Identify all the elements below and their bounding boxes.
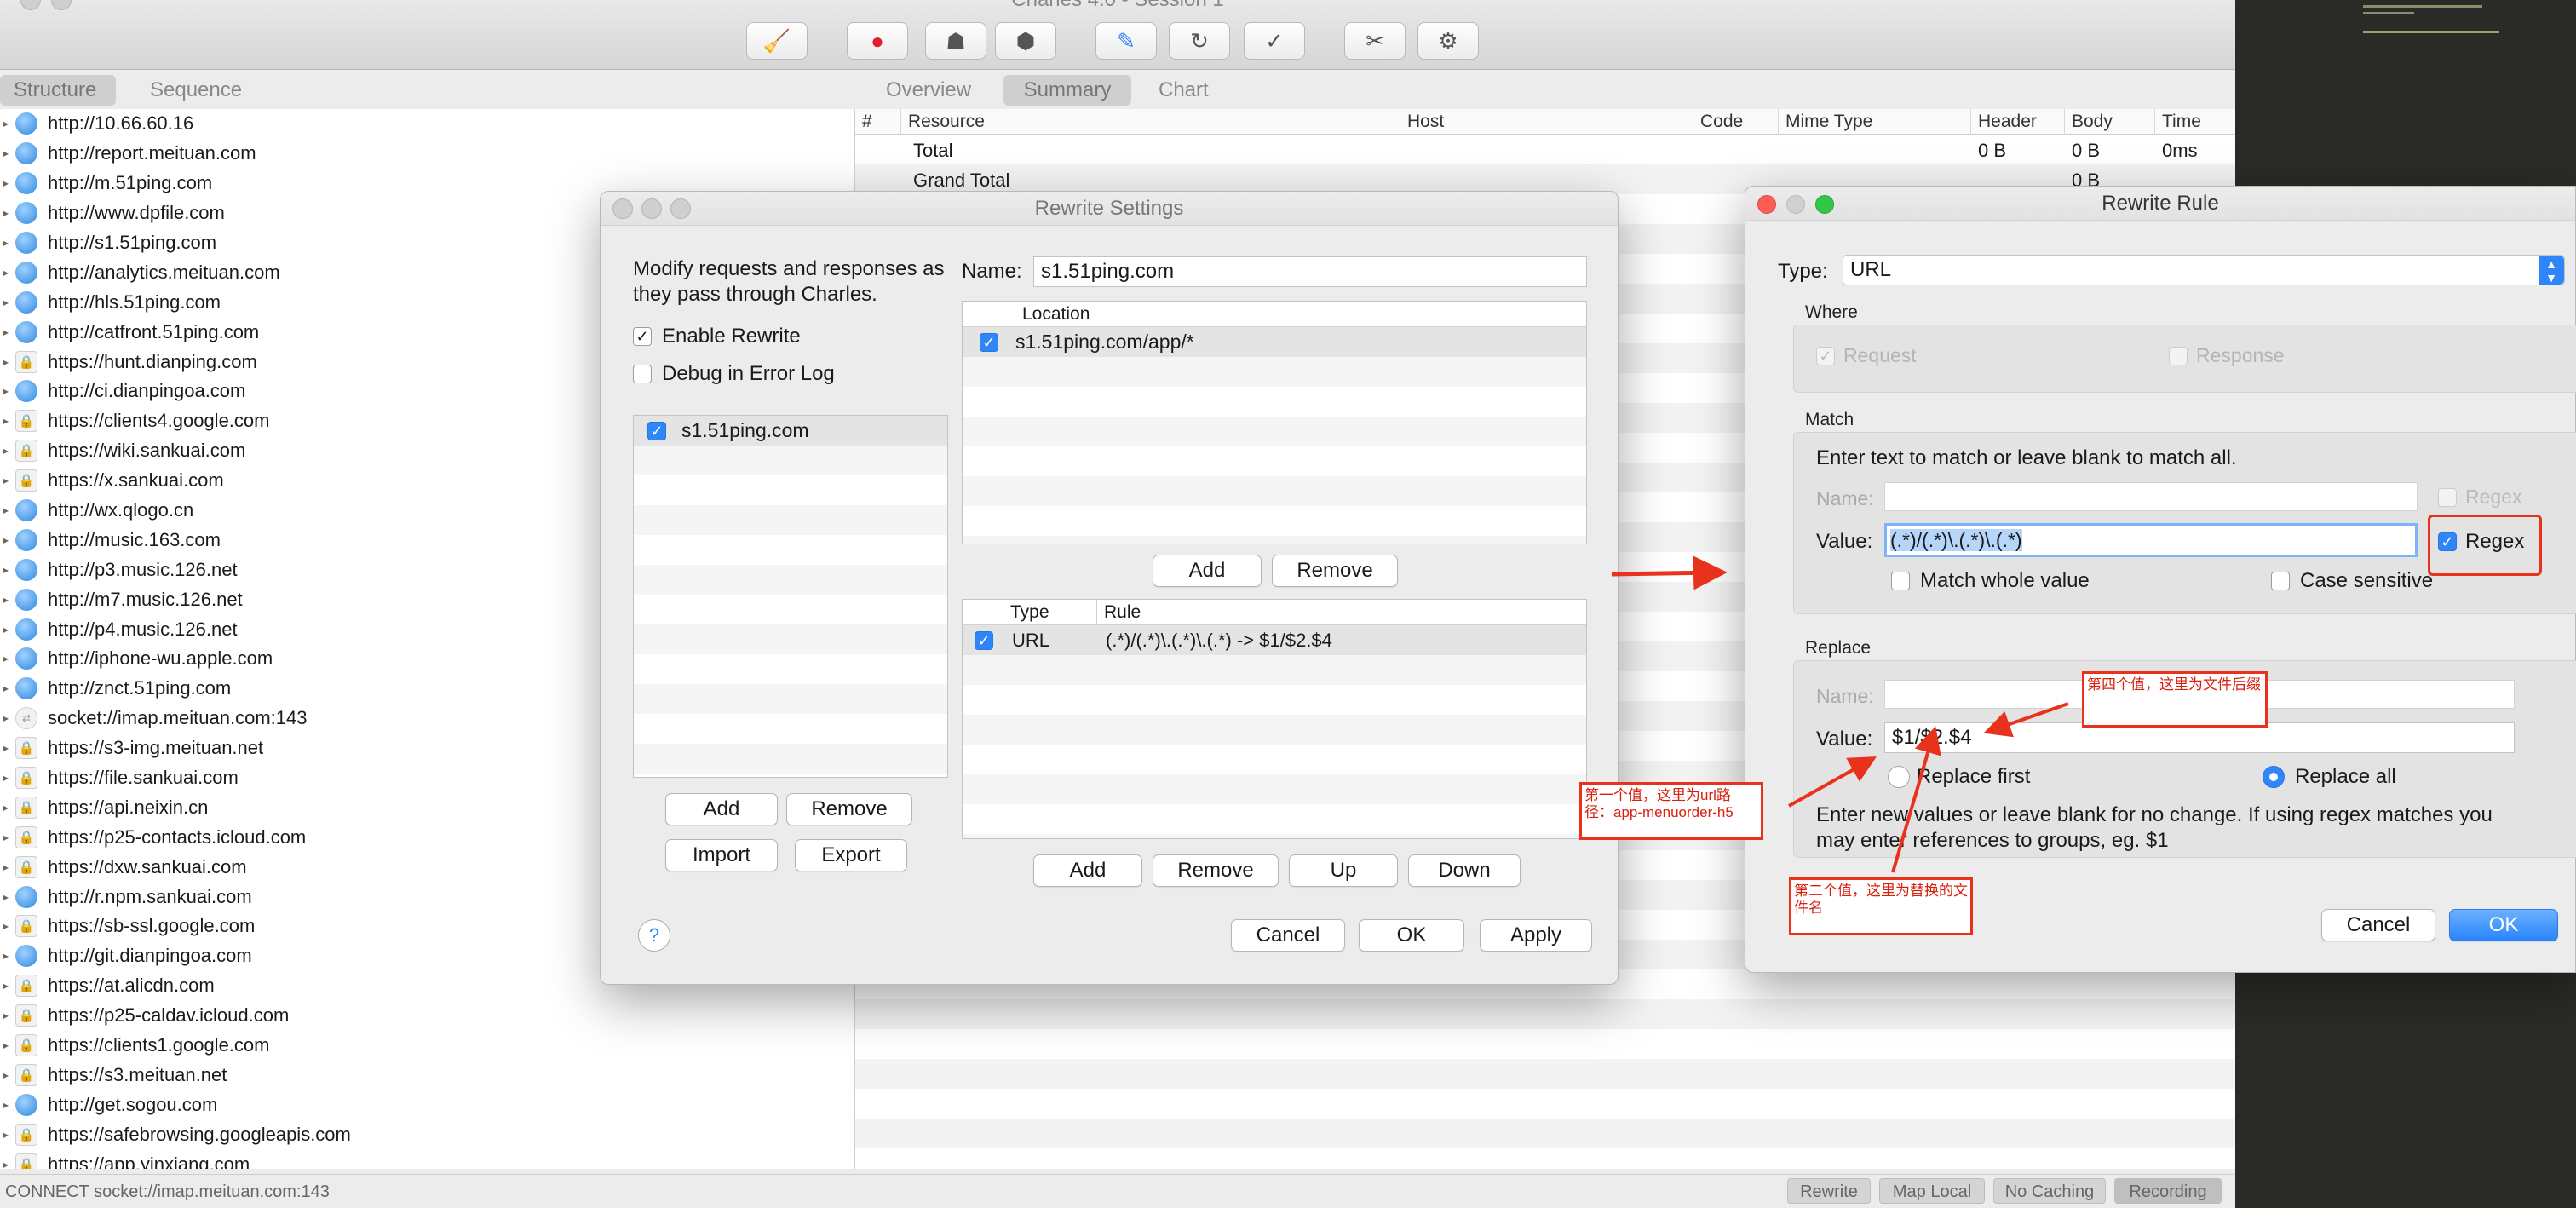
regex-highlight-box xyxy=(2428,515,2542,576)
arrow-fourth-value xyxy=(1983,702,2069,738)
arrow-to-rule-dialog xyxy=(1611,555,1728,590)
annotation-fourth-value: 第四个值，这里为文件后缀 xyxy=(2082,671,2268,728)
annotation-second-value: 第二个值，这里为替换的文件名 xyxy=(1789,877,1973,935)
arrow-second-value xyxy=(1891,726,1941,873)
arrow-first-value xyxy=(1788,756,1877,808)
annotation-first-value: 第一个值，这里为url路径：app-menuorder-h5 xyxy=(1579,782,1763,840)
annotation-arrows xyxy=(1611,555,2069,873)
